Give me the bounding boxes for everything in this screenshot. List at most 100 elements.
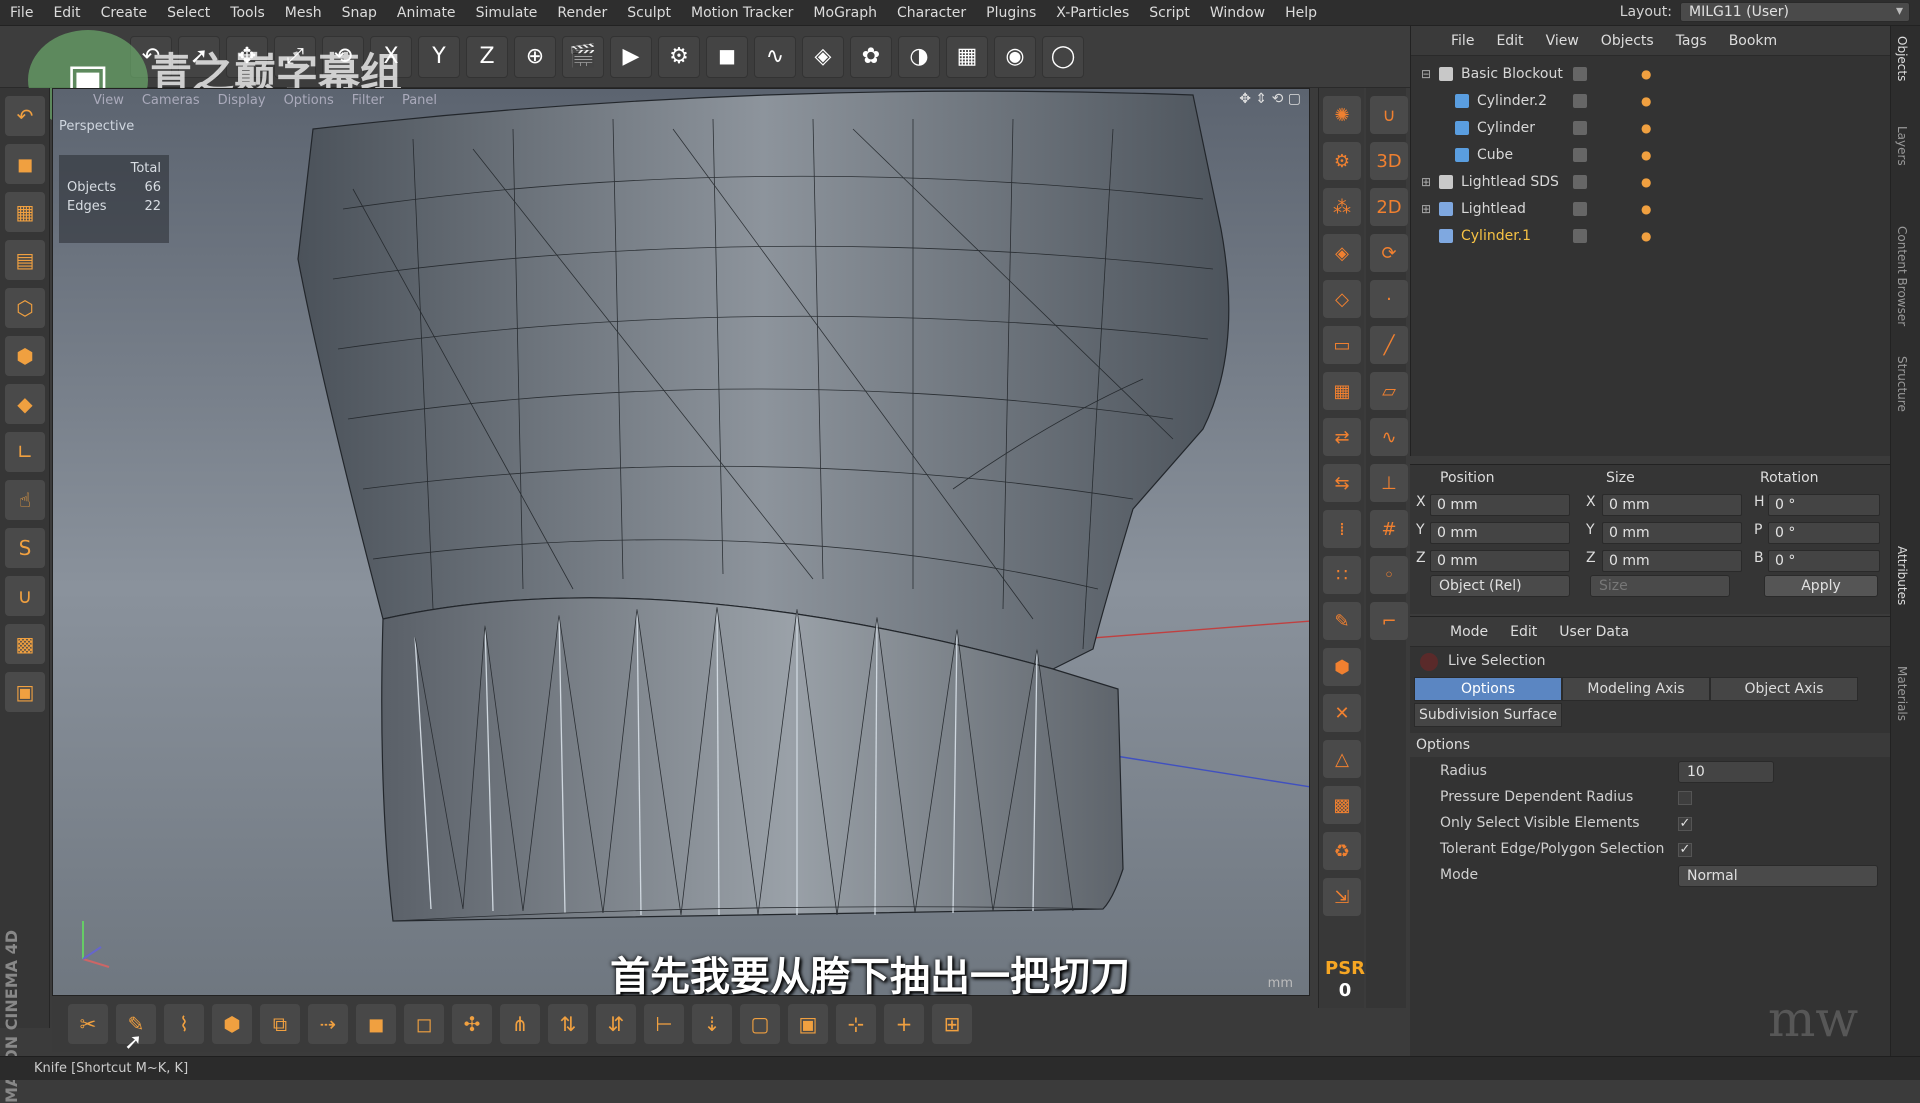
snap-point-icon[interactable]: ·	[1370, 280, 1408, 318]
object-name[interactable]: Lightlead	[1461, 201, 1526, 217]
snap-axis-icon[interactable]: ⊥	[1370, 464, 1408, 502]
tag-icon[interactable]: ●	[1641, 202, 1651, 216]
camera-grid-icon[interactable]: ▭	[1323, 326, 1361, 364]
menu-item-file[interactable]: File	[0, 5, 43, 21]
points-mode-icon[interactable]: ⬡	[5, 288, 45, 328]
tag-icon[interactable]: ●	[1641, 229, 1651, 243]
dots-grid-icon[interactable]: ⁞	[1323, 510, 1361, 548]
menu-item-sculpt[interactable]: Sculpt	[617, 5, 681, 21]
object-row[interactable]: Cylinder ●	[1411, 114, 1890, 141]
model-mode-icon[interactable]: ◼	[5, 144, 45, 184]
option-checkbox[interactable]: ✓	[1678, 817, 1692, 831]
object-row[interactable]: Cylinder.2 ●	[1411, 87, 1890, 114]
snap-grid-icon[interactable]: #	[1370, 510, 1408, 548]
weld-icon[interactable]: ✣	[452, 1004, 492, 1044]
z-axis-icon[interactable]: Z	[466, 35, 508, 78]
objmgr-menu-tags[interactable]: Tags	[1676, 33, 1707, 49]
light-icon[interactable]: ◯	[1042, 35, 1084, 78]
slide-icon[interactable]: ⇅	[548, 1004, 588, 1044]
tab-object-axis[interactable]: Object Axis	[1710, 677, 1858, 701]
visibility-toggle-icon[interactable]	[1573, 120, 1587, 135]
grid-array-icon[interactable]: ▦	[1323, 372, 1361, 410]
edges-mode-icon[interactable]: ⬢	[5, 336, 45, 376]
menu-item-character[interactable]: Character	[887, 5, 976, 21]
brush-icon[interactable]: ✎	[1323, 602, 1361, 640]
nurbs-icon[interactable]: ◈	[802, 35, 844, 78]
cube-mesh-icon[interactable]: ◼	[356, 1004, 396, 1044]
extrude-icon[interactable]: ⬢	[212, 1004, 252, 1044]
smooth-shift-icon[interactable]: ⇵	[596, 1004, 636, 1044]
spline-icon[interactable]: ∿	[754, 35, 796, 78]
layout-dropdown[interactable]: MILG11 (User)	[1680, 2, 1910, 22]
object-name[interactable]: Cylinder	[1477, 120, 1535, 136]
object-name[interactable]: Cylinder.2	[1477, 93, 1547, 109]
coord-size-field[interactable]: 0 mm	[1602, 550, 1742, 572]
coord-size-field[interactable]: 0 mm	[1602, 522, 1742, 544]
matrix-extrude-icon[interactable]: ⇣	[692, 1004, 732, 1044]
magnet-tool-icon[interactable]: ∪	[1370, 96, 1408, 134]
coord-system-icon[interactable]: ⊕	[514, 35, 556, 78]
axis-mode-icon[interactable]: ∟	[5, 432, 45, 472]
attr-menu-edit[interactable]: Edit	[1510, 624, 1537, 640]
menu-item-edit[interactable]: Edit	[43, 5, 90, 21]
snap-icon[interactable]: S	[5, 528, 45, 568]
remove-icon[interactable]: ✕	[1323, 694, 1361, 732]
texture-mode-icon[interactable]: ▦	[5, 192, 45, 232]
tweak-mode-icon[interactable]: ☝	[5, 480, 45, 520]
tab-subdivision-surface[interactable]: Subdivision Surface	[1414, 703, 1562, 727]
object-name[interactable]: Cube	[1477, 147, 1513, 163]
attr-menu-user-data[interactable]: User Data	[1559, 624, 1629, 640]
planar-workplane-icon[interactable]: ▣	[5, 672, 45, 712]
tag-icon[interactable]: ●	[1641, 148, 1651, 162]
side-tab-layers[interactable]: Layers	[1895, 126, 1909, 166]
recycle-icon[interactable]: ♻	[1323, 832, 1361, 870]
visibility-toggle-icon[interactable]	[1573, 174, 1587, 189]
render-settings-icon[interactable]: ⚙	[658, 35, 700, 78]
y-axis-icon[interactable]: Y	[418, 35, 460, 78]
option-checkbox[interactable]: ✓	[1678, 843, 1692, 857]
checker-icon[interactable]: ▩	[1323, 786, 1361, 824]
menu-item-script[interactable]: Script	[1139, 5, 1200, 21]
object-row[interactable]: ⊞ Lightlead ●	[1411, 195, 1890, 222]
coord-rot-field[interactable]: 0 °	[1768, 550, 1880, 572]
mode-dropdown[interactable]: Normal	[1678, 865, 1878, 887]
mirror-icon[interactable]: ⊹	[836, 1004, 876, 1044]
menu-item-snap[interactable]: Snap	[332, 5, 387, 21]
knife-icon[interactable]: ✂	[68, 1004, 108, 1044]
symmetry-icon[interactable]: ⁂	[1323, 188, 1361, 226]
polygons-mode-icon[interactable]: ◆	[5, 384, 45, 424]
side-tab-materials[interactable]: Materials	[1895, 666, 1909, 721]
menu-item-mesh[interactable]: Mesh	[275, 5, 332, 21]
normal-move-icon[interactable]: ▢	[740, 1004, 780, 1044]
menu-item-help[interactable]: Help	[1275, 5, 1327, 21]
objmgr-menu-file[interactable]: File	[1451, 33, 1474, 49]
transfer-icon[interactable]: ⇄	[1323, 418, 1361, 456]
menu-item-window[interactable]: Window	[1200, 5, 1275, 21]
object-row[interactable]: Cylinder.1 ●	[1411, 222, 1890, 249]
2d-snap-icon[interactable]: 2D	[1370, 188, 1408, 226]
side-tab-objects[interactable]: Objects	[1895, 36, 1909, 81]
object-name[interactable]: Cylinder.1	[1461, 228, 1531, 244]
coord-pos-field[interactable]: 0 mm	[1430, 522, 1570, 544]
coord-pos-field[interactable]: 0 mm	[1430, 550, 1570, 572]
cube-icon[interactable]: ◼	[706, 35, 748, 78]
tag-icon[interactable]: ●	[1641, 67, 1651, 81]
visibility-toggle-icon[interactable]	[1573, 66, 1587, 81]
tab-options[interactable]: Options	[1414, 677, 1562, 701]
object-row[interactable]: ⊟ Basic Blockout ●	[1411, 60, 1890, 87]
object-name[interactable]: Lightlead SDS	[1461, 174, 1559, 190]
menu-item-animate[interactable]: Animate	[387, 5, 466, 21]
extrude-inner-icon[interactable]: ⧉	[260, 1004, 300, 1044]
menu-item-motion-tracker[interactable]: Motion Tracker	[681, 5, 803, 21]
tab-modeling-axis[interactable]: Modeling Axis	[1562, 677, 1710, 701]
objmgr-menu-bookm[interactable]: Bookm	[1729, 33, 1777, 49]
objmgr-menu-objects[interactable]: Objects	[1601, 33, 1654, 49]
viewport-perspective[interactable]: View Cameras Display Options Filter Panel ✥ ⇕…	[52, 88, 1310, 996]
objmgr-menu-edit[interactable]: Edit	[1496, 33, 1523, 49]
menu-item-create[interactable]: Create	[91, 5, 158, 21]
points-grid-icon[interactable]: ∷	[1323, 556, 1361, 594]
workplane-icon[interactable]: ▤	[5, 240, 45, 280]
attr-menu-mode[interactable]: Mode	[1450, 624, 1488, 640]
normal-scale-icon[interactable]: ▣	[788, 1004, 828, 1044]
render-view-icon[interactable]: 🎬	[562, 35, 604, 78]
